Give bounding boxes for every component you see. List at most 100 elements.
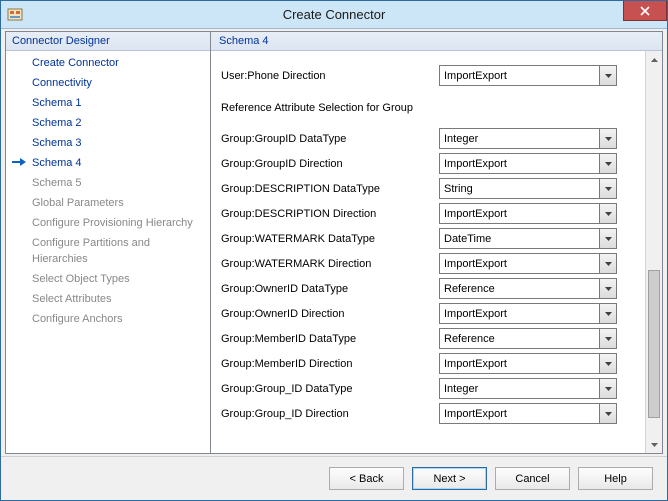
- field-control: ImportExport: [439, 153, 635, 174]
- field-control: Integer: [439, 128, 635, 149]
- titlebar[interactable]: Create Connector: [1, 1, 667, 29]
- chevron-down-icon[interactable]: [599, 129, 616, 148]
- nav-item[interactable]: Schema 1: [6, 93, 210, 113]
- nav-item[interactable]: Schema 2: [6, 113, 210, 133]
- dropdown-value: ImportExport: [440, 258, 599, 270]
- dropdown[interactable]: DateTime: [439, 228, 617, 249]
- field-control: DateTime: [439, 228, 635, 249]
- nav-item[interactable]: Select Attributes: [6, 289, 210, 309]
- dropdown[interactable]: ImportExport: [439, 65, 617, 86]
- nav-item[interactable]: Configure Provisioning Hierarchy: [6, 213, 210, 233]
- chevron-down-icon[interactable]: [599, 204, 616, 223]
- dropdown-value: ImportExport: [440, 308, 599, 320]
- section-heading: Reference Attribute Selection for Group: [221, 102, 635, 114]
- nav-panel: Connector Designer Create ConnectorConne…: [5, 31, 211, 454]
- current-step-arrow-icon: [12, 157, 26, 167]
- dropdown-value: Integer: [440, 133, 599, 145]
- field-control: Integer: [439, 378, 635, 399]
- nav-header: Connector Designer: [6, 32, 210, 51]
- chevron-down-icon[interactable]: [599, 304, 616, 323]
- scroll-thumb[interactable]: [648, 270, 660, 417]
- app-icon: [7, 7, 23, 23]
- dropdown[interactable]: ImportExport: [439, 303, 617, 324]
- dropdown[interactable]: Integer: [439, 128, 617, 149]
- dropdown-value: ImportExport: [440, 158, 599, 170]
- field-label: User:Phone Direction: [221, 70, 439, 82]
- field-control: ImportExport: [439, 65, 635, 86]
- form-row: Group:WATERMARK DirectionImportExport: [221, 251, 635, 276]
- dropdown-value: ImportExport: [440, 408, 599, 420]
- field-label: Group:GroupID Direction: [221, 158, 439, 170]
- chevron-down-icon[interactable]: [599, 329, 616, 348]
- form-row: Group:OwnerID DataTypeReference: [221, 276, 635, 301]
- dropdown[interactable]: ImportExport: [439, 253, 617, 274]
- dropdown-value: ImportExport: [440, 70, 599, 82]
- chevron-down-icon[interactable]: [599, 279, 616, 298]
- form-row: Group:Group_ID DirectionImportExport: [221, 401, 635, 426]
- form-row: Group:MemberID DataTypeReference: [221, 326, 635, 351]
- chevron-down-icon[interactable]: [599, 66, 616, 85]
- form-row: Group:OwnerID DirectionImportExport: [221, 301, 635, 326]
- dropdown[interactable]: ImportExport: [439, 403, 617, 424]
- window-title: Create Connector: [1, 7, 667, 22]
- dropdown[interactable]: ImportExport: [439, 153, 617, 174]
- chevron-down-icon[interactable]: [599, 254, 616, 273]
- form-row: Group:GroupID DirectionImportExport: [221, 151, 635, 176]
- dropdown[interactable]: ImportExport: [439, 353, 617, 374]
- nav-item[interactable]: Connectivity: [6, 73, 210, 93]
- nav-item[interactable]: Global Parameters: [6, 193, 210, 213]
- dropdown[interactable]: ImportExport: [439, 203, 617, 224]
- scroll-up-button[interactable]: [646, 51, 662, 68]
- chevron-down-icon[interactable]: [599, 154, 616, 173]
- form-row: Group:Group_ID DataTypeInteger: [221, 376, 635, 401]
- dropdown-value: String: [440, 183, 599, 195]
- form-scroll-area: User:Phone DirectionImportExportReferenc…: [211, 51, 645, 453]
- field-label: Group:OwnerID Direction: [221, 308, 439, 320]
- content-panel: Schema 4 User:Phone DirectionImportExpor…: [211, 31, 663, 454]
- field-label: Group:MemberID Direction: [221, 358, 439, 370]
- field-label: Group:Group_ID Direction: [221, 408, 439, 420]
- field-label: Group:DESCRIPTION DataType: [221, 183, 439, 195]
- chevron-down-icon[interactable]: [599, 379, 616, 398]
- close-button[interactable]: [623, 1, 667, 21]
- field-control: ImportExport: [439, 353, 635, 374]
- form-row: User:Phone DirectionImportExport: [221, 63, 635, 88]
- next-button[interactable]: Next >: [412, 467, 487, 490]
- field-control: ImportExport: [439, 303, 635, 324]
- scroll-track[interactable]: [646, 68, 662, 436]
- field-control: Reference: [439, 328, 635, 349]
- dropdown[interactable]: Integer: [439, 378, 617, 399]
- dropdown-value: Integer: [440, 383, 599, 395]
- dropdown[interactable]: Reference: [439, 278, 617, 299]
- chevron-down-icon[interactable]: [599, 179, 616, 198]
- nav-item[interactable]: Schema 5: [6, 173, 210, 193]
- nav-item[interactable]: Schema 3: [6, 133, 210, 153]
- cancel-button[interactable]: Cancel: [495, 467, 570, 490]
- field-label: Group:MemberID DataType: [221, 333, 439, 345]
- form-row: Group:DESCRIPTION DirectionImportExport: [221, 201, 635, 226]
- field-control: Reference: [439, 278, 635, 299]
- chevron-down-icon[interactable]: [599, 354, 616, 373]
- nav-item[interactable]: Configure Partitions and Hierarchies: [6, 233, 210, 269]
- chevron-down-icon[interactable]: [599, 229, 616, 248]
- field-control: ImportExport: [439, 403, 635, 424]
- back-button[interactable]: < Back: [329, 467, 404, 490]
- chevron-down-icon[interactable]: [599, 404, 616, 423]
- vertical-scrollbar[interactable]: [645, 51, 662, 453]
- dropdown-value: ImportExport: [440, 358, 599, 370]
- window-frame: Create Connector Connector Designer Crea…: [0, 0, 668, 501]
- dropdown-value: Reference: [440, 283, 599, 295]
- form-row: Group:MemberID DirectionImportExport: [221, 351, 635, 376]
- scroll-down-button[interactable]: [646, 436, 662, 453]
- dropdown[interactable]: String: [439, 178, 617, 199]
- field-label: Group:Group_ID DataType: [221, 383, 439, 395]
- form-row: Group:WATERMARK DataTypeDateTime: [221, 226, 635, 251]
- help-button[interactable]: Help: [578, 467, 653, 490]
- nav-item[interactable]: Select Object Types: [6, 269, 210, 289]
- nav-item[interactable]: Schema 4: [6, 153, 210, 173]
- field-control: ImportExport: [439, 203, 635, 224]
- dropdown[interactable]: Reference: [439, 328, 617, 349]
- nav-item[interactable]: Create Connector: [6, 53, 210, 73]
- nav-item[interactable]: Configure Anchors: [6, 309, 210, 329]
- field-label: Group:WATERMARK Direction: [221, 258, 439, 270]
